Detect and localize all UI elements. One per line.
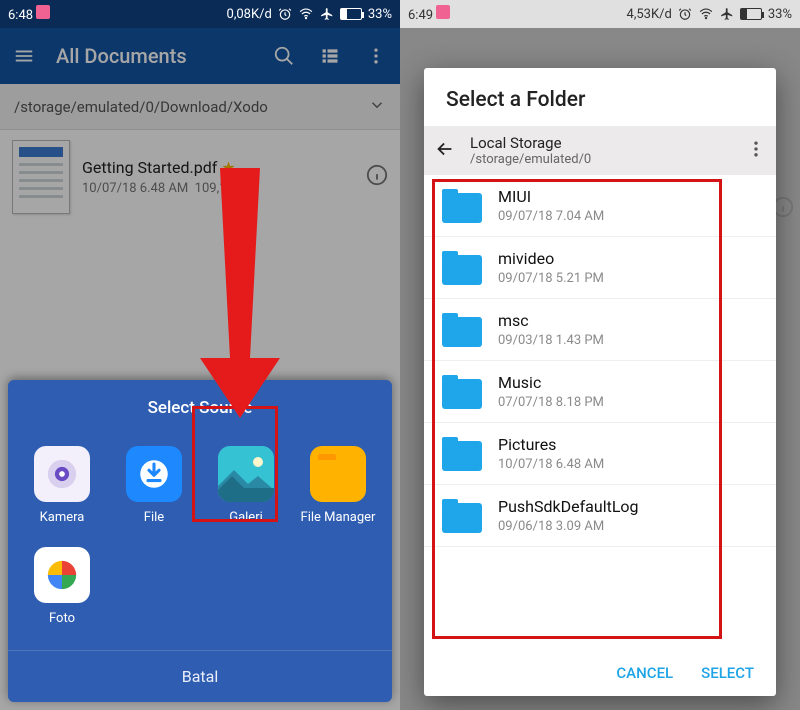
status-app-icon bbox=[36, 5, 50, 19]
airplane-icon bbox=[320, 7, 334, 21]
status-bar: 6:49 4,53K/d 33% bbox=[400, 0, 800, 28]
source-label: File Manager bbox=[301, 510, 376, 525]
filemanager-app-icon bbox=[310, 446, 366, 502]
source-foto[interactable]: Foto bbox=[20, 541, 104, 632]
source-filemanager[interactable]: File Manager bbox=[296, 440, 380, 531]
dialog-actions: CANCEL SELECT bbox=[424, 650, 776, 696]
airplane-icon bbox=[720, 7, 734, 21]
annotation-highlight-box bbox=[432, 179, 722, 639]
source-kamera[interactable]: Kamera bbox=[20, 440, 104, 531]
alarm-icon bbox=[678, 7, 692, 21]
annotation-highlight-box bbox=[192, 406, 278, 522]
status-app-icon bbox=[436, 5, 450, 19]
dialog-title: Select a Folder bbox=[424, 68, 776, 126]
source-label: Foto bbox=[49, 611, 75, 626]
storage-header: Local Storage /storage/emulated/0 bbox=[424, 126, 776, 175]
status-net: 4,53K/d bbox=[627, 7, 672, 22]
back-icon[interactable] bbox=[434, 138, 456, 164]
source-file[interactable]: File bbox=[112, 440, 196, 531]
storage-label: Local Storage bbox=[470, 134, 732, 152]
download-app-icon bbox=[126, 446, 182, 502]
source-label: File bbox=[144, 510, 164, 525]
status-net: 0,08K/d bbox=[227, 7, 272, 22]
status-battery: 33% bbox=[368, 7, 392, 22]
battery-icon bbox=[340, 8, 362, 20]
left-screenshot: 6:48 0,08K/d 33% All Documents /storage/… bbox=[0, 0, 400, 710]
status-bar: 6:48 0,08K/d 33% bbox=[0, 0, 400, 28]
folder-list: MIUI09/07/18 7.04 AM mivideo09/07/18 5.2… bbox=[424, 175, 776, 650]
cancel-button[interactable]: Batal bbox=[8, 650, 392, 702]
status-time: 6:49 bbox=[408, 8, 433, 23]
source-label: Kamera bbox=[40, 510, 85, 525]
cancel-button[interactable]: CANCEL bbox=[616, 664, 673, 682]
photos-app-icon bbox=[34, 547, 90, 603]
wifi-icon bbox=[298, 7, 314, 21]
status-time: 6:48 bbox=[8, 8, 33, 23]
status-battery: 33% bbox=[768, 7, 792, 22]
storage-path: /storage/emulated/0 bbox=[470, 152, 732, 167]
select-folder-dialog: Select a Folder Local Storage /storage/e… bbox=[424, 68, 776, 696]
alarm-icon bbox=[278, 7, 292, 21]
camera-app-icon bbox=[34, 446, 90, 502]
wifi-icon bbox=[698, 7, 714, 21]
select-button[interactable]: SELECT bbox=[701, 664, 754, 682]
right-screenshot: 6:49 4,53K/d 33% Select a Folder Local S… bbox=[400, 0, 800, 710]
overflow-icon[interactable] bbox=[746, 139, 766, 163]
battery-icon bbox=[740, 8, 762, 20]
